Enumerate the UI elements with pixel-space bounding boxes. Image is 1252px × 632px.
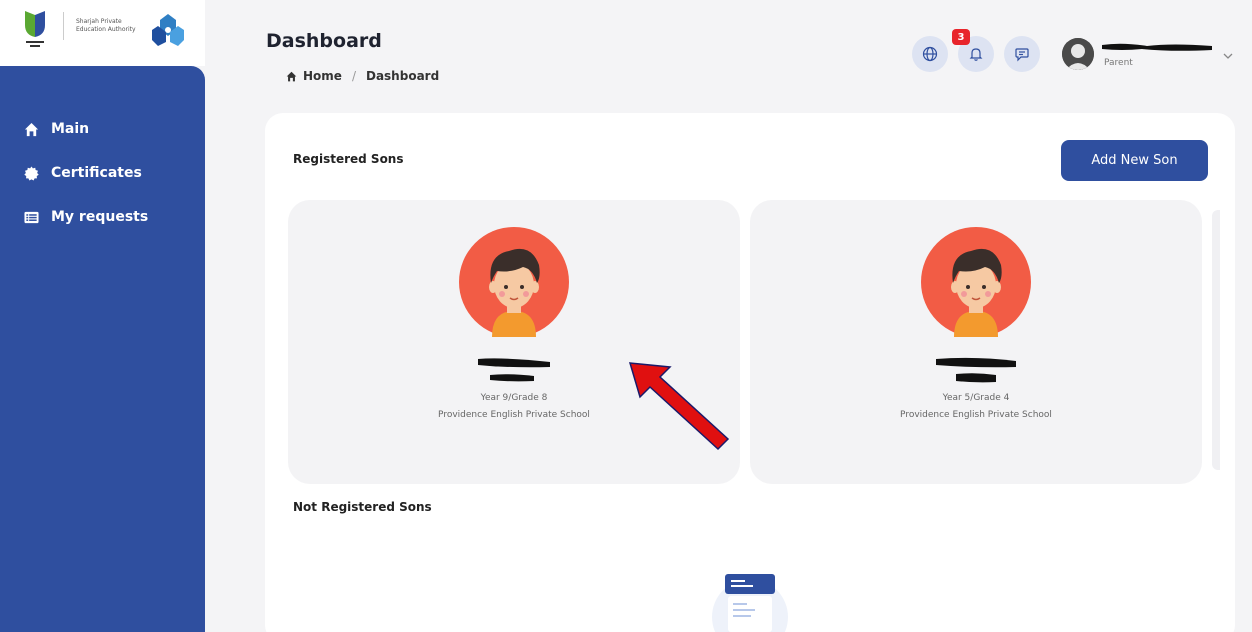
user-avatar[interactable] [1062,38,1094,70]
daleel-logo [25,11,45,47]
not-registered-sons-title: Not Registered Sons [293,500,432,514]
sidebar-item-my-requests[interactable]: My requests [24,209,148,225]
user-role: Parent [1104,58,1133,68]
sidebar-item-label: Certificates [51,165,142,181]
globe-icon [922,46,938,62]
child-avatar-icon [459,227,569,337]
notification-count-badge: 3 [952,29,970,45]
sidebar-item-certificates[interactable]: Certificates [24,165,142,181]
son-card-partial [1212,210,1220,470]
page-title: Dashboard [266,30,382,52]
sidebar-item-main[interactable]: Main [24,121,89,137]
bell-icon [969,48,983,61]
son-card[interactable]: Year 5/Grade 4 Providence English Privat… [750,200,1202,484]
registered-sons-title: Registered Sons [293,152,404,166]
home-icon [286,71,297,81]
son-grade: Year 5/Grade 4 [942,393,1010,403]
messages-button[interactable] [1004,36,1040,72]
sidebar-item-label: Main [51,121,90,137]
son-name-redacted [936,357,1016,383]
logo-area: Sharjah Private Education Authority [0,0,205,66]
username-redacted [1102,43,1212,51]
logo-divider [63,12,64,40]
sidebar: Sharjah Private Education Authority Main… [0,0,205,632]
annotation-arrow-icon [628,362,730,451]
sidebar-item-label: My requests [51,209,149,225]
authority-logo-mark [152,14,184,46]
authority-name: Sharjah Private Education Authority [76,18,136,33]
breadcrumb-current: Dashboard [365,69,440,83]
chevron-down-icon[interactable] [1222,50,1234,62]
empty-state-illustration [712,574,788,632]
add-new-son-button[interactable]: Add New Son [1061,140,1208,181]
child-avatar-icon [921,227,1031,337]
certificate-icon [24,165,39,181]
home-icon [24,122,39,136]
breadcrumb-home-link[interactable]: Home [303,69,342,83]
breadcrumb: Home / Dashboard [286,69,439,83]
list-icon [24,211,39,223]
sidebar-panel [0,66,205,632]
user-silhouette-icon [1062,38,1094,70]
language-button[interactable] [912,36,948,72]
breadcrumb-separator: / [351,69,356,83]
son-school: Providence English Private School [900,410,1052,420]
chat-icon [1015,48,1029,62]
